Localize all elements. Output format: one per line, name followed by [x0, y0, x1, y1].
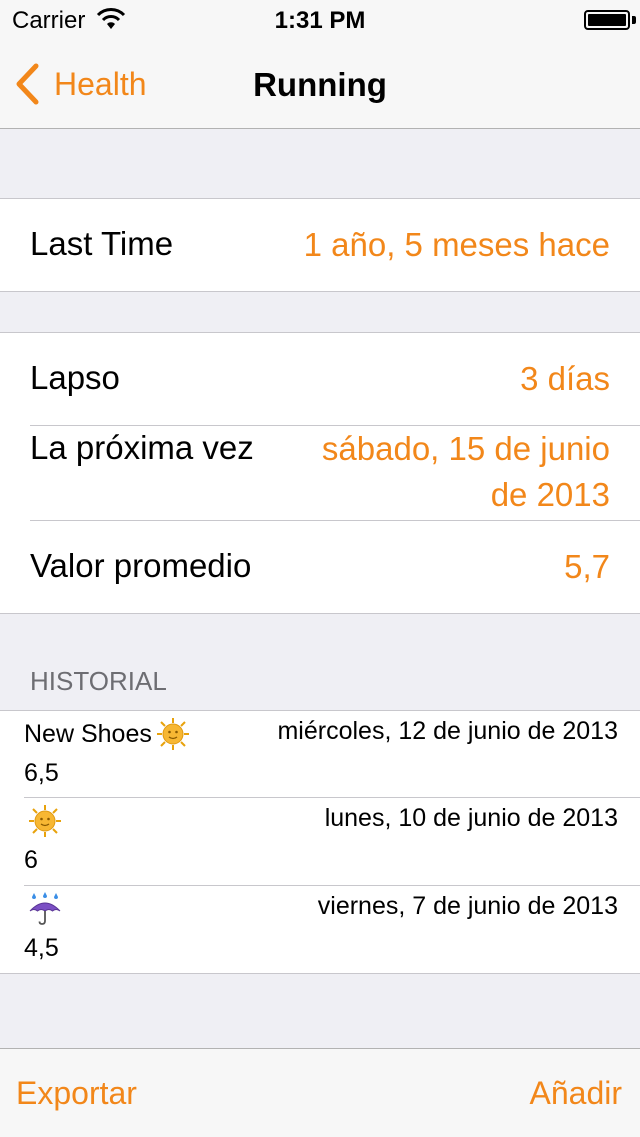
next-time-value-line2: de 2013 — [490, 476, 610, 513]
history-bottom-separator — [0, 973, 640, 974]
export-button[interactable]: Exportar — [16, 1075, 137, 1112]
sun-icon — [156, 718, 189, 750]
history-note-text: New Shoes — [24, 719, 152, 748]
history-note: New Shoes — [24, 717, 190, 751]
sun-icon — [29, 805, 61, 837]
history-section-header: HISTORIAL — [30, 666, 167, 696]
history-date: lunes, 10 de junio de 2013 — [324, 804, 618, 832]
average-label: Valor promedio — [30, 547, 252, 584]
status-bar: Carrier 1:31 PM — [0, 0, 640, 40]
history-value: 4,5 — [24, 934, 59, 962]
list-item[interactable]: New Shoes miércoles, 12 de junio de 2013… — [0, 711, 640, 799]
history-date: viernes, 7 de junio de 2013 — [317, 892, 618, 920]
status-time: 1:31 PM — [274, 7, 366, 34]
history-note — [24, 804, 62, 838]
history-note — [24, 892, 62, 926]
umbrella-rain-icon — [29, 892, 61, 925]
next-time-label: La próxima vez — [30, 429, 254, 466]
last-time-label: Last Time — [30, 225, 174, 262]
history-value: 6 — [24, 846, 38, 874]
next-time-row[interactable]: La próxima vez sábado, 15 de junio de 20… — [30, 426, 610, 520]
last-time-row[interactable]: Last Time 1 año, 5 meses hace — [30, 199, 610, 291]
last-time-value: 1 año, 5 meses hace — [303, 226, 610, 263]
average-row[interactable]: Valor promedio 5,7 — [30, 521, 610, 613]
navigation-bar: Health Running — [0, 40, 640, 129]
lapse-value: 3 días — [520, 360, 610, 397]
list-item[interactable]: lunes, 10 de junio de 2013 6 — [0, 798, 640, 886]
battery-icon — [584, 10, 630, 30]
add-button[interactable]: Añadir — [530, 1075, 623, 1112]
lapse-label: Lapso — [30, 359, 120, 396]
details-group: Lapso 3 días La próxima vez sábado, 15 d… — [0, 332, 640, 614]
history-value: 6,5 — [24, 759, 59, 787]
average-value: 5,7 — [564, 548, 610, 585]
list-item[interactable]: viernes, 7 de junio de 2013 4,5 — [0, 886, 640, 974]
history-date: miércoles, 12 de junio de 2013 — [277, 717, 618, 745]
next-time-value-line1: sábado, 15 de junio — [321, 430, 610, 467]
battery-nub — [632, 16, 636, 24]
page-title: Running — [253, 66, 387, 103]
lapse-row[interactable]: Lapso 3 días — [30, 333, 610, 425]
summary-group: Last Time 1 año, 5 meses hace — [0, 198, 640, 292]
bottom-toolbar: Exportar Añadir — [0, 1048, 640, 1137]
